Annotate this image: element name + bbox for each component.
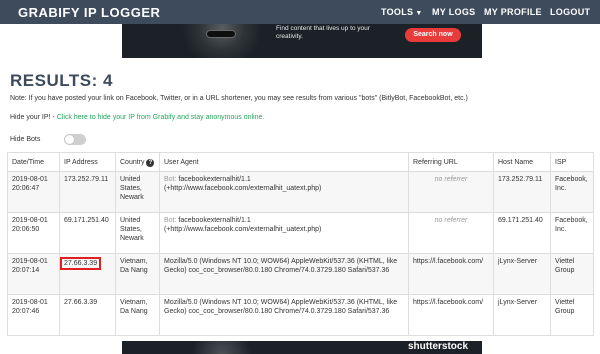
nav-logout[interactable]: LOGOUT (550, 7, 590, 17)
table-row: 2019-08-01 20:07:14 27.66.3.39 Vietnam, … (7, 253, 594, 295)
cell-isp: Facebook, Inc. (550, 171, 594, 213)
bots-note: Note: If you have posted your link on Fa… (10, 95, 468, 102)
col-ip: IP Address (59, 152, 116, 172)
ad-search-now-button[interactable]: Search now (405, 28, 461, 42)
cell-country: Vietnam, Da Nang (115, 294, 160, 336)
no-referrer-text: no referrer (434, 176, 468, 183)
cell-referrer: no referrer (408, 171, 494, 213)
col-datetime: Date/Time (7, 152, 60, 172)
ad-brand: shutterstock (408, 341, 469, 352)
hide-bots-toggle[interactable] (64, 134, 86, 145)
toggle-knob (65, 135, 74, 144)
cell-referrer: https://l.facebook.com/ (408, 253, 494, 295)
hide-ip-line: Hide your IP! - Click here to hide your … (10, 114, 264, 121)
ad-tagline: Find content that lives up to your creat… (276, 25, 370, 40)
cell-ip: 27.66.3.39 (59, 253, 116, 295)
cell-country: Vietnam, Da Nang (115, 253, 160, 295)
cell-referrer: https://l.facebook.com/ (408, 294, 494, 336)
cell-user-agent: Bot: facebookexternalhit/1.1 (+http://ww… (159, 212, 409, 254)
nav-tools[interactable]: TOOLS ▼ (381, 7, 423, 17)
col-isp: ISP (550, 152, 594, 172)
col-user-agent: User Agent (159, 152, 409, 172)
cell-datetime: 2019-08-01 20:07:14 (7, 253, 60, 295)
cell-country: United States, Newark (115, 171, 160, 213)
cell-host: 69.171.251.40 (493, 212, 551, 254)
results-heading: RESULTS: 4 (10, 71, 113, 90)
cell-country: United States, Newark (115, 212, 160, 254)
cell-datetime: 2019-08-01 20:06:50 (7, 212, 60, 254)
col-country: Country ? (115, 152, 160, 172)
user-agent-text: facebookexternalhit/1.1 (+http://www.fac… (164, 176, 322, 192)
hide-bots-label: Hide Bots (10, 136, 41, 143)
results-table: Date/Time IP Address Country ? User Agen… (7, 152, 594, 336)
ad-banner-top[interactable]: Find content that lives up to your creat… (122, 24, 482, 58)
cell-host: jLynx-Server (493, 253, 551, 295)
cell-datetime: 2019-08-01 20:06:47 (7, 171, 60, 213)
cell-host: 173.252.79.11 (493, 171, 551, 213)
cell-ip: 27.66.3.39 (59, 294, 116, 336)
top-navbar: GRABIFY IP LOGGER TOOLS ▼ MY LOGS MY PROF… (0, 0, 600, 24)
col-country-label: Country (120, 159, 145, 166)
nav-tools-label: TOOLS (381, 7, 414, 17)
cell-isp: Facebook, Inc. (550, 212, 594, 254)
nav-my-profile[interactable]: MY PROFILE (484, 7, 542, 17)
table-row: 2019-08-01 20:07:46 27.66.3.39 Vietnam, … (7, 294, 594, 336)
col-host-name: Host Name (493, 152, 551, 172)
cell-isp: Viettel Group (550, 294, 594, 336)
cell-isp: Viettel Group (550, 253, 594, 295)
chevron-down-icon: ▼ (415, 10, 423, 17)
hide-ip-link[interactable]: Click here to hide your IP from Grabify … (57, 114, 265, 121)
table-row: 2019-08-01 20:06:47 173.252.79.11 United… (7, 171, 594, 213)
highlighted-ip: 27.66.3.39 (60, 257, 102, 270)
cell-host: jLynx-Server (493, 294, 551, 336)
cell-user-agent: Mozilla/5.0 (Windows NT 10.0; WOW64) App… (159, 253, 409, 295)
cell-ip: 69.171.251.40 (59, 212, 116, 254)
bot-tag: Bot: (164, 217, 177, 224)
cell-user-agent: Mozilla/5.0 (Windows NT 10.0; WOW64) App… (159, 294, 409, 336)
hide-ip-label: Hide your IP! - (10, 114, 55, 121)
table-row: 2019-08-01 20:06:50 69.171.251.40 United… (7, 212, 594, 254)
cell-ip: 173.252.79.11 (59, 171, 116, 213)
cell-referrer: no referrer (408, 212, 494, 254)
table-header-row: Date/Time IP Address Country ? User Agen… (7, 152, 594, 172)
bot-tag: Bot: (164, 176, 177, 183)
help-icon[interactable]: ? (146, 159, 155, 167)
cell-user-agent: Bot: facebookexternalhit/1.1 (+http://ww… (159, 171, 409, 213)
sunglasses-graphic (206, 30, 236, 38)
nav-my-logs[interactable]: MY LOGS (432, 7, 475, 17)
no-referrer-text: no referrer (434, 217, 468, 224)
user-agent-text: facebookexternalhit/1.1 (+http://www.fac… (164, 217, 322, 233)
col-referring-url: Referring URL (408, 152, 494, 172)
ad-photo (192, 341, 252, 354)
ad-banner-bottom[interactable]: shutterstock (122, 341, 482, 354)
ad-photo (162, 24, 262, 58)
cell-datetime: 2019-08-01 20:07:46 (7, 294, 60, 336)
brand-logo[interactable]: GRABIFY IP LOGGER (18, 5, 160, 20)
